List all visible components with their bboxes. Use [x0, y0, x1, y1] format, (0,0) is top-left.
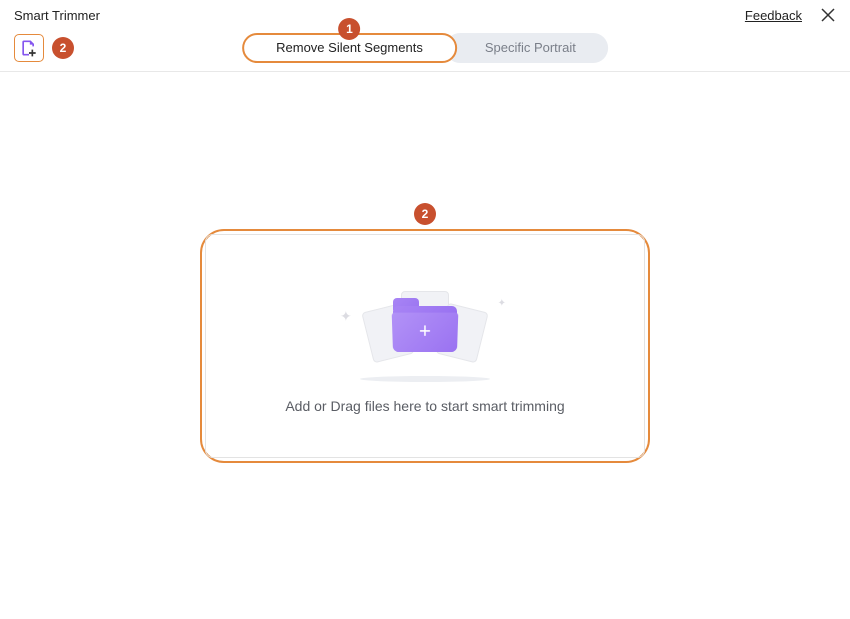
folder-icon: +	[393, 304, 457, 352]
toolbar: 2 1 Remove Silent Segments Specific Port…	[0, 28, 850, 72]
annotation-badge-dropzone: 2	[414, 203, 436, 225]
window-title: Smart Trimmer	[14, 8, 100, 23]
sparkle-icon: ✦	[498, 298, 506, 309]
header-bar: Smart Trimmer Feedback	[0, 0, 850, 28]
add-file-icon	[19, 38, 39, 58]
close-button[interactable]	[820, 7, 836, 23]
tab-specific-portrait[interactable]: Specific Portrait	[445, 33, 608, 63]
main-content: 2 ✦ ✦ +	[0, 72, 850, 619]
mode-tabs: 1 Remove Silent Segments Specific Portra…	[242, 33, 608, 63]
folder-illustration: ✦ ✦ +	[350, 278, 500, 378]
feedback-link[interactable]: Feedback	[745, 8, 802, 23]
dropzone-highlight: ✦ ✦ + Add or Drag files here to start sm…	[200, 229, 650, 463]
file-dropzone[interactable]: ✦ ✦ + Add or Drag files here to start sm…	[205, 234, 645, 458]
dropzone-instruction: Add or Drag files here to start smart tr…	[285, 398, 564, 414]
plus-icon: +	[419, 319, 431, 343]
header-right: Feedback	[745, 7, 836, 23]
sparkle-icon: ✦	[340, 308, 352, 325]
close-icon	[821, 8, 835, 22]
annotation-badge-addfile: 2	[52, 37, 74, 59]
add-file-button[interactable]	[14, 34, 44, 62]
annotation-badge-tab: 1	[338, 18, 360, 40]
